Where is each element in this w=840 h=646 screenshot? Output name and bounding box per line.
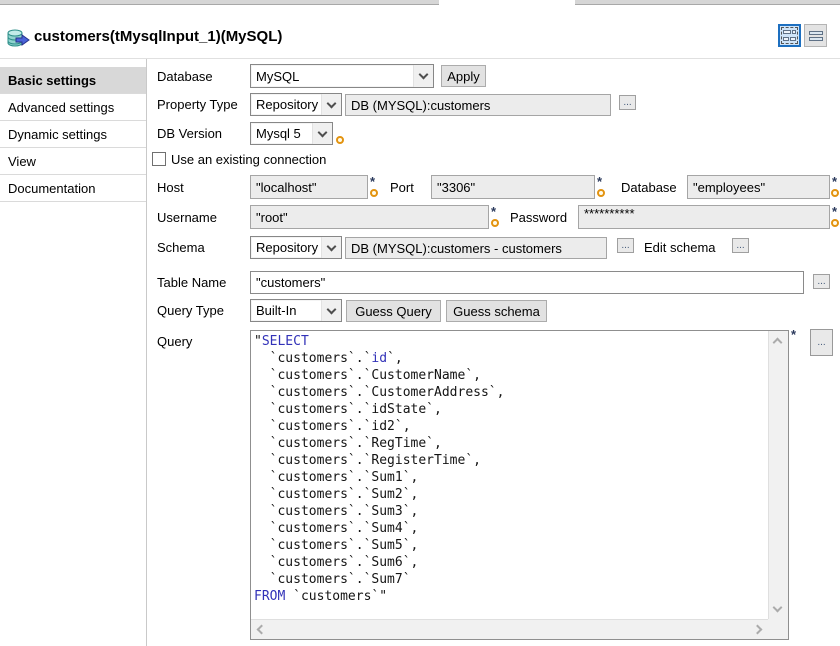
host-label: Host: [157, 175, 184, 199]
layout-grid-toggle[interactable]: [778, 24, 801, 47]
sidebar-item-advanced-settings[interactable]: Advanced settings: [0, 94, 146, 121]
lightbulb-icon: [831, 219, 839, 227]
query-label: Query: [157, 330, 192, 352]
query-vertical-scrollbar[interactable]: [768, 331, 788, 619]
db-version-label: DB Version: [157, 122, 222, 145]
chevron-down-icon: [321, 237, 341, 258]
property-repository-field[interactable]: DB (MYSQL):customers: [345, 94, 611, 116]
chevron-down-icon: [321, 94, 341, 115]
schema-select[interactable]: Repository: [250, 236, 342, 259]
port-label: Port: [390, 175, 414, 199]
edit-schema-label: Edit schema: [644, 236, 716, 259]
property-type-select[interactable]: Repository: [250, 93, 342, 116]
schema-repository-field[interactable]: DB (MYSQL):customers - customers: [345, 237, 607, 259]
port-value: "3306": [437, 180, 475, 195]
port-required-marker: *: [597, 175, 602, 188]
database-name-label: Database: [621, 175, 677, 199]
table-name-browse-button[interactable]: ...: [813, 274, 830, 289]
username-value: "root": [256, 210, 288, 225]
host-required-marker: *: [370, 175, 375, 188]
password-value: **********: [584, 206, 635, 222]
sidebar-separator: [146, 59, 147, 646]
db-version-select[interactable]: Mysql 5: [250, 122, 333, 145]
table-name-label: Table Name: [157, 271, 226, 294]
component-icon: [7, 29, 30, 49]
database-label: Database: [157, 64, 213, 88]
query-type-label: Query Type: [157, 299, 224, 322]
database-name-field[interactable]: "employees": [687, 175, 830, 199]
use-existing-connection-label: Use an existing connection: [171, 147, 326, 171]
scroll-up-icon[interactable]: [773, 338, 783, 348]
top-tab-strip-right: [575, 0, 840, 5]
query-horizontal-scrollbar[interactable]: [251, 619, 768, 639]
username-label: Username: [157, 205, 217, 229]
layout-table-toggle[interactable]: [804, 24, 827, 47]
table-layout-icon: [809, 31, 823, 41]
scroll-left-icon[interactable]: [257, 625, 267, 635]
use-existing-connection-checkbox[interactable]: [152, 152, 166, 166]
lightbulb-icon: [491, 219, 499, 227]
lightbulb-icon: [336, 136, 344, 144]
sidebar-item-dynamic-settings[interactable]: Dynamic settings: [0, 121, 146, 148]
top-tab-strip-left: [0, 0, 439, 5]
database-select[interactable]: MySQL: [250, 64, 434, 88]
lightbulb-icon: [370, 189, 378, 197]
db-version-select-value: Mysql 5: [251, 123, 312, 144]
sidebar-item-label: Basic settings: [8, 73, 96, 88]
property-type-select-value: Repository: [251, 94, 321, 115]
sidebar-item-label: Advanced settings: [8, 100, 114, 115]
property-type-label: Property Type: [157, 93, 238, 116]
schema-label: Schema: [157, 236, 205, 259]
query-required-marker: *: [791, 328, 796, 341]
component-settings-panel: customers(tMysqlInput_1)(MySQL) Basic se…: [0, 0, 840, 646]
query-text[interactable]: "SELECT `customers`.`id`, `customers`.`C…: [251, 331, 768, 619]
schema-repository-browse-button[interactable]: ...: [617, 238, 634, 253]
query-type-select[interactable]: Built-In: [250, 299, 342, 322]
table-name-field[interactable]: "customers": [250, 271, 804, 294]
scroll-right-icon[interactable]: [753, 625, 763, 635]
database-name-value: "employees": [693, 180, 765, 195]
password-field[interactable]: **********: [578, 205, 830, 229]
sidebar-item-view[interactable]: View: [0, 148, 146, 175]
port-field[interactable]: "3306": [431, 175, 595, 199]
header-separator: [0, 58, 840, 59]
chevron-down-icon: [312, 123, 332, 144]
edit-schema-button[interactable]: ...: [732, 238, 749, 253]
username-required-marker: *: [491, 205, 496, 218]
query-type-select-value: Built-In: [251, 300, 321, 321]
username-field[interactable]: "root": [250, 205, 489, 229]
query-editor[interactable]: "SELECT `customers`.`id`, `customers`.`C…: [250, 330, 789, 640]
guess-query-button[interactable]: Guess Query: [346, 300, 441, 322]
password-label: Password: [510, 205, 567, 229]
sidebar-item-label: Dynamic settings: [8, 127, 107, 142]
database-name-required-marker: *: [832, 175, 837, 188]
sidebar-item-label: View: [8, 154, 36, 169]
database-select-value: MySQL: [251, 65, 413, 87]
sidebar-item-label: Documentation: [8, 181, 95, 196]
grid-layout-icon: [783, 30, 796, 41]
table-name-value: "customers": [256, 275, 325, 290]
host-field[interactable]: "localhost": [250, 175, 368, 199]
property-repository-browse-button[interactable]: ...: [619, 95, 636, 110]
query-browse-button[interactable]: ...: [810, 329, 833, 356]
lightbulb-icon: [597, 189, 605, 197]
property-repository-value: DB (MYSQL):customers: [351, 98, 490, 113]
page-title: customers(tMysqlInput_1)(MySQL): [34, 28, 282, 45]
scroll-down-icon[interactable]: [773, 603, 783, 613]
lightbulb-icon: [831, 189, 839, 197]
host-value: "localhost": [256, 180, 317, 195]
sidebar-item-documentation[interactable]: Documentation: [0, 175, 146, 202]
apply-button[interactable]: Apply: [441, 65, 486, 87]
schema-repository-value: DB (MYSQL):customers - customers: [351, 241, 562, 256]
sidebar-item-basic-settings[interactable]: Basic settings: [0, 67, 146, 94]
guess-schema-button[interactable]: Guess schema: [446, 300, 547, 322]
chevron-down-icon: [413, 65, 433, 87]
scrollbar-corner: [768, 619, 788, 639]
schema-select-value: Repository: [251, 237, 321, 258]
chevron-down-icon: [321, 300, 341, 321]
password-required-marker: *: [832, 205, 837, 218]
